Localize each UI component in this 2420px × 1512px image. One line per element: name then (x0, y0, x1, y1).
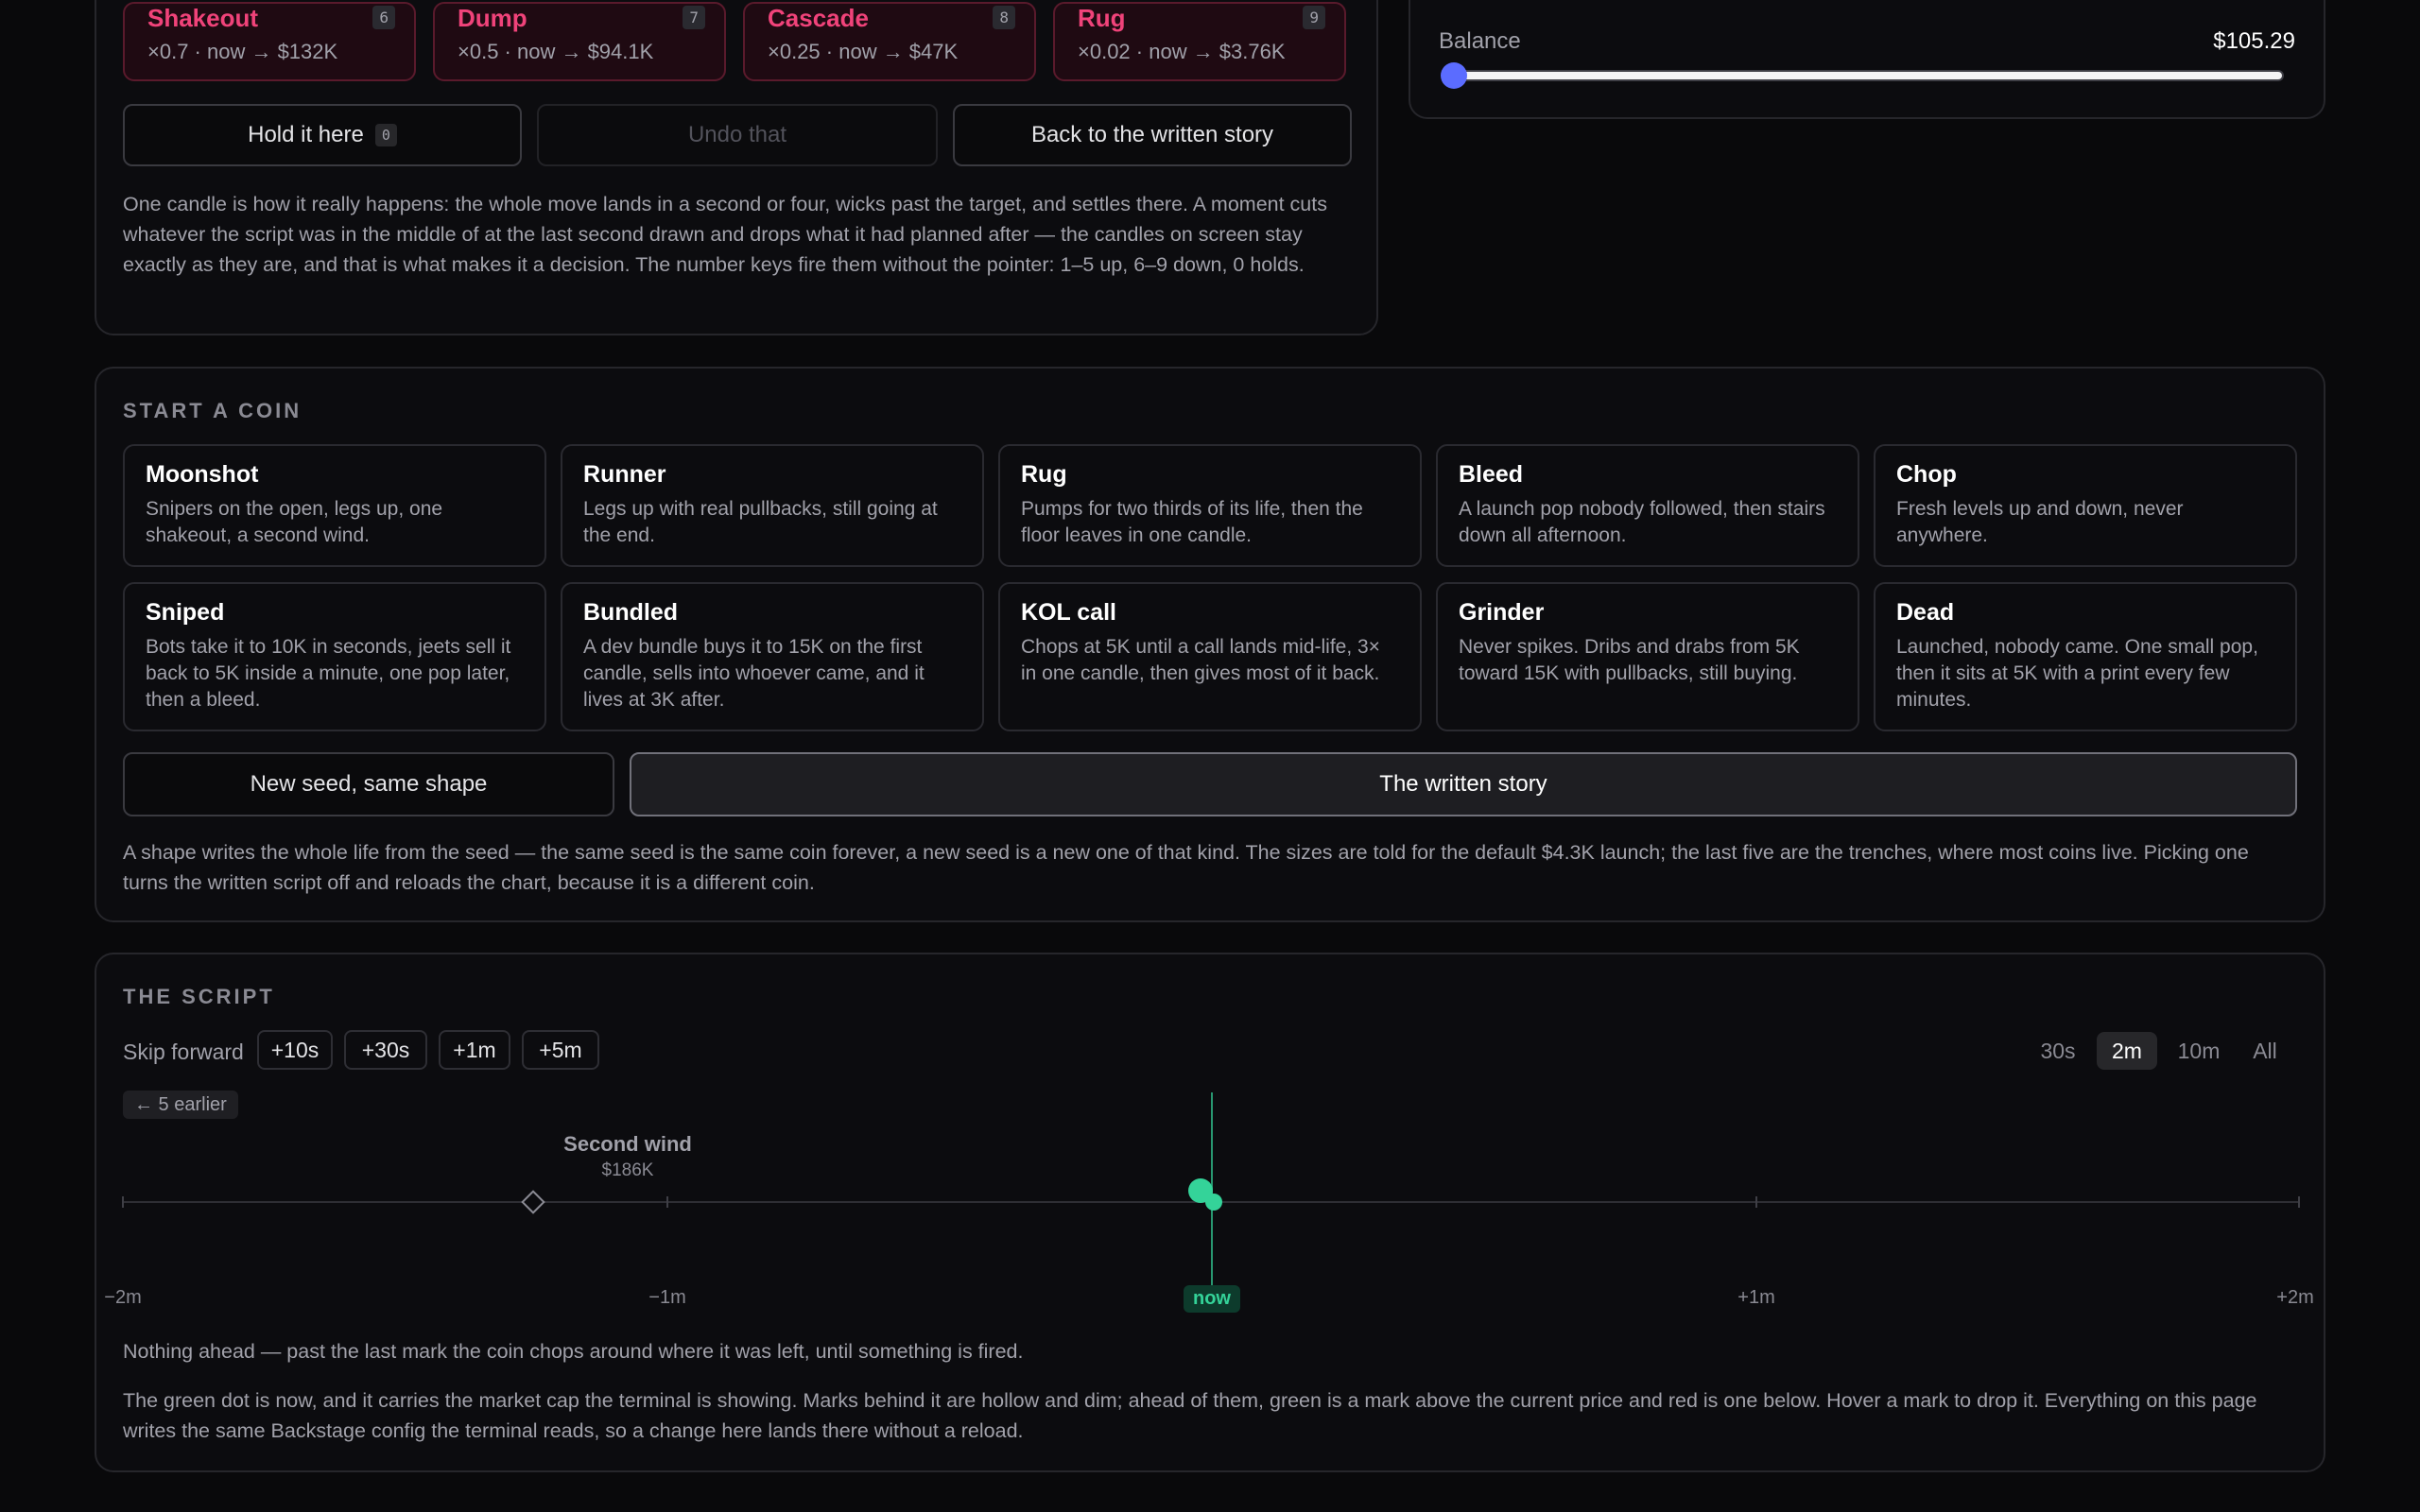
shape-card-moonshot[interactable]: Moonshot Snipers on the open, legs up, o… (123, 444, 546, 567)
moment-name: Dump (458, 4, 527, 32)
moment-key: 6 (372, 6, 395, 29)
section-title-the-script: THE SCRIPT (123, 985, 275, 1008)
tick-label-plus-1m: +1m (1737, 1287, 1775, 1308)
moment-button-cascade[interactable]: Cascade 8 ×0.25 · now → $47K (743, 2, 1036, 81)
undo-button[interactable]: Undo that (537, 104, 938, 166)
moment-button-dump[interactable]: Dump 7 ×0.5 · now → $94.1K (433, 2, 726, 81)
shape-title: Dead (1896, 599, 1955, 626)
back-to-story-button[interactable]: Back to the written story (953, 104, 1352, 166)
mark-diamond-second-wind (521, 1190, 545, 1214)
shape-title: Sniped (146, 599, 225, 626)
shape-card-bundled[interactable]: Bundled A dev bundle buys it to 15K on t… (561, 582, 984, 731)
shape-card-dead[interactable]: Dead Launched, nobody came. One small po… (1874, 582, 2297, 731)
mark-price-second-wind: $186K (601, 1160, 654, 1180)
now-price-dot (1188, 1178, 1213, 1203)
shape-card-bleed[interactable]: Bleed A launch pop nobody followed, then… (1436, 444, 1859, 567)
moment-name: Rug (1078, 4, 1126, 32)
moment-key: 7 (683, 6, 705, 29)
undo-label: Undo that (687, 122, 787, 147)
moment-key: 8 (993, 6, 1015, 29)
shape-title: Runner (583, 461, 666, 488)
skip-10s-button[interactable]: +10s (257, 1030, 333, 1070)
now-dot (1205, 1194, 1222, 1211)
shape-title: Bundled (583, 599, 678, 626)
moment-desc: ×0.7 · now → $132K (147, 40, 338, 63)
skip-30s-button[interactable]: +30s (344, 1030, 427, 1070)
shape-card-sniped[interactable]: Sniped Bots take it to 10K in seconds, j… (123, 582, 546, 731)
balance-label: Balance (1439, 28, 1521, 54)
hold-button[interactable]: Hold it here 0 (123, 104, 522, 166)
balance-value: $105.29 (2213, 28, 2295, 54)
range-2m-button[interactable]: 2m (2097, 1032, 2157, 1070)
shape-title: Bleed (1459, 461, 1524, 488)
shape-title: Chop (1896, 461, 1957, 488)
shape-card-runner[interactable]: Runner Legs up with real pullbacks, stil… (561, 444, 984, 567)
moments-note: One candle is how it really happens: the… (123, 193, 1327, 276)
written-story-button[interactable]: The written story (630, 752, 2297, 816)
tick-label-plus-2m: +2m (2276, 1287, 2314, 1308)
moment-name: Cascade (768, 4, 869, 32)
script-empty-note: Nothing ahead — past the last mark the c… (123, 1340, 1024, 1363)
tick-label-minus-2m: −2m (104, 1287, 142, 1308)
moment-button-shakeout[interactable]: Shakeout 6 ×0.7 · now → $132K (123, 2, 416, 81)
balance-panel: Balance $105.29 (1409, 0, 2325, 119)
now-label: now (1184, 1285, 1240, 1313)
shapes-note: A shape writes the whole life from the s… (123, 841, 2249, 894)
moment-desc: ×0.5 · now → $94.1K (458, 40, 654, 63)
moment-desc: ×0.02 · now → $3.76K (1078, 40, 1286, 63)
new-seed-button[interactable]: New seed, same shape (123, 752, 614, 816)
shape-desc: Bots take it to 10K in seconds, jeets se… (146, 636, 511, 711)
shape-desc: Chops at 5K until a call lands mid-life,… (1021, 636, 1380, 684)
shape-desc: Snipers on the open, legs up, one shakeo… (146, 498, 443, 546)
hold-key: 0 (374, 124, 397, 146)
start-a-coin-panel: START A COIN Moonshot Snipers on the ope… (95, 367, 2325, 922)
moment-button-rug[interactable]: Rug 9 ×0.02 · now → $3.76K (1053, 2, 1346, 81)
shape-desc: Never spikes. Dribs and drabs from 5K to… (1459, 636, 1800, 684)
range-10m-button[interactable]: 10m (2167, 1032, 2231, 1070)
written-story-label: The written story (1379, 771, 1547, 797)
shape-desc: Launched, nobody came. One small pop, th… (1896, 636, 2258, 711)
shape-card-chop[interactable]: Chop Fresh levels up and down, never any… (1874, 444, 2297, 567)
script-legend-note: The green dot is now, and it carries the… (123, 1389, 2257, 1442)
skip-forward-label: Skip forward (123, 1040, 244, 1064)
moment-name: Shakeout (147, 4, 259, 32)
balance-slider-thumb[interactable] (1441, 62, 1467, 89)
shape-title: Rug (1021, 461, 1067, 488)
shape-card-grinder[interactable]: Grinder Never spikes. Dribs and drabs fr… (1436, 582, 1859, 731)
shape-title: KOL call (1021, 599, 1116, 626)
moments-panel: Shakeout 6 ×0.7 · now → $132K Dump 7 ×0.… (95, 0, 1378, 335)
balance-slider-track[interactable] (1452, 70, 2284, 81)
range-30s-button[interactable]: 30s (2029, 1032, 2087, 1070)
script-panel: THE SCRIPT Skip forward +10s +30s +1m +5… (95, 953, 2325, 1472)
shape-desc: Legs up with real pullbacks, still going… (583, 498, 938, 546)
new-seed-label: New seed, same shape (250, 771, 488, 797)
mark-title-second-wind[interactable]: Second wind (563, 1132, 692, 1157)
shape-desc: A dev bundle buys it to 15K on the first… (583, 636, 925, 711)
skip-1m-button[interactable]: +1m (439, 1030, 510, 1070)
shape-card-rug[interactable]: Rug Pumps for two thirds of its life, th… (998, 444, 1422, 567)
shape-title: Grinder (1459, 599, 1545, 626)
shape-desc: Fresh levels up and down, never anywhere… (1896, 498, 2184, 546)
earlier-marks-button[interactable]: ← 5 earlier (123, 1091, 238, 1119)
tick-label-minus-1m: −1m (648, 1287, 686, 1308)
range-all-button[interactable]: All (2238, 1032, 2291, 1070)
shape-desc: A launch pop nobody followed, then stair… (1459, 498, 1825, 546)
back-to-story-label: Back to the written story (1030, 122, 1274, 147)
hold-label: Hold it here (248, 122, 364, 147)
section-title-start-a-coin: START A COIN (123, 399, 302, 422)
moment-key: 9 (1303, 6, 1325, 29)
skip-5m-button[interactable]: +5m (522, 1030, 599, 1070)
shape-card-kol-call[interactable]: KOL call Chops at 5K until a call lands … (998, 582, 1422, 731)
moment-desc: ×0.25 · now → $47K (768, 40, 959, 63)
shape-title: Moonshot (146, 461, 259, 488)
shape-desc: Pumps for two thirds of its life, then t… (1021, 498, 1363, 546)
